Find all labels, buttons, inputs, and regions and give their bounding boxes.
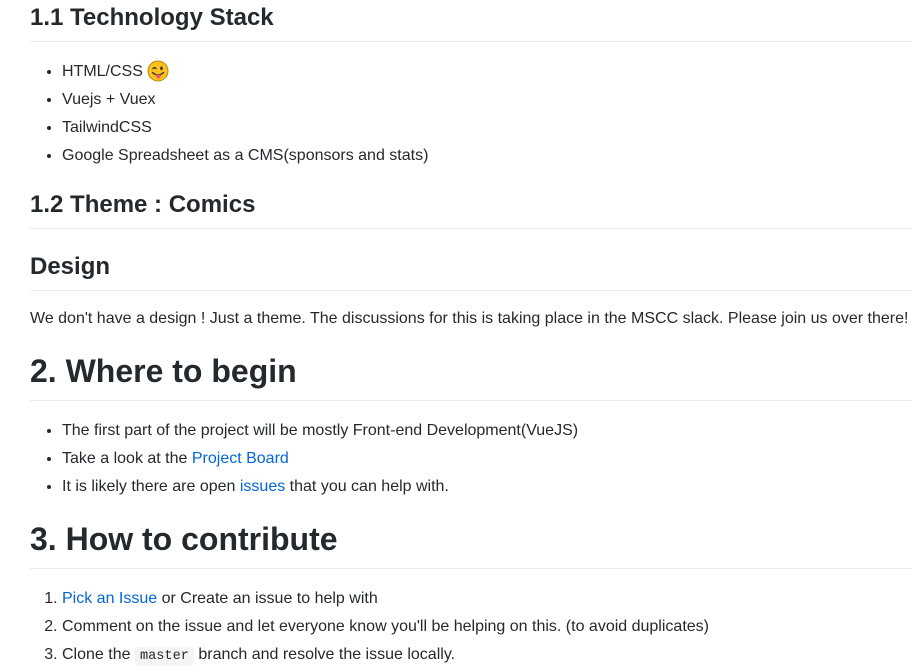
heading-theme: 1.2 Theme : Comics xyxy=(30,190,912,229)
list-item: It is likely there are open issues that … xyxy=(62,473,912,501)
heading-technology-stack: 1.1 Technology Stack xyxy=(30,3,912,42)
list-item: Take a look at the Project Board xyxy=(62,445,912,473)
where-to-begin-list: The first part of the project will be mo… xyxy=(30,417,912,501)
pick-an-issue-link[interactable]: Pick an Issue xyxy=(62,590,157,607)
list-item-text: Vuejs + Vuex xyxy=(62,91,156,108)
list-item: Vuejs + Vuex xyxy=(62,86,912,114)
list-item: TailwindCSS xyxy=(62,114,912,142)
list-item: HTML/CSS xyxy=(62,58,912,86)
master-branch-code: master xyxy=(134,647,194,666)
list-item-text: Take a look at the xyxy=(62,450,192,467)
list-item-text: It is likely there are open xyxy=(62,478,240,495)
list-item: Google Spreadsheet as a CMS(sponsors and… xyxy=(62,142,912,170)
list-item-text: that you can help with. xyxy=(285,478,449,495)
heading-design: Design xyxy=(30,252,912,291)
list-item-text: Comment on the issue and let everyone kn… xyxy=(62,618,709,635)
contribute-steps-list: Pick an Issue or Create an issue to help… xyxy=(30,585,912,671)
list-item-text: Google Spreadsheet as a CMS(sponsors and… xyxy=(62,147,429,164)
readme-content: 1.1 Technology Stack HTML/CSS Vuejs + Vu… xyxy=(30,0,912,671)
design-paragraph: We don't have a design ! Just a theme. T… xyxy=(30,310,909,327)
list-item: Clone the master branch and resolve the … xyxy=(62,641,912,671)
tech-stack-list: HTML/CSS Vuejs + Vuex TailwindCSS Google… xyxy=(30,58,912,170)
list-item-text: Clone the xyxy=(62,646,135,663)
list-item-text: HTML/CSS xyxy=(62,63,143,80)
project-board-link[interactable]: Project Board xyxy=(192,450,289,467)
heading-where-to-begin: 2. Where to begin xyxy=(30,351,912,401)
issues-link[interactable]: issues xyxy=(240,478,285,495)
readme-page: 1.1 Technology Stack HTML/CSS Vuejs + Vu… xyxy=(0,0,922,672)
list-item-text: TailwindCSS xyxy=(62,119,152,136)
heading-how-to-contribute: 3. How to contribute xyxy=(30,519,912,569)
list-item-text: The first part of the project will be mo… xyxy=(62,422,579,439)
winking-face-with-tongue-icon xyxy=(147,60,169,82)
list-item: The first part of the project will be mo… xyxy=(62,417,912,445)
list-item: Comment on the issue and let everyone kn… xyxy=(62,613,912,641)
list-item: Pick an Issue or Create an issue to help… xyxy=(62,585,912,613)
list-item-text: or Create an issue to help with xyxy=(157,590,378,607)
list-item-text: branch and resolve the issue locally. xyxy=(193,646,456,663)
